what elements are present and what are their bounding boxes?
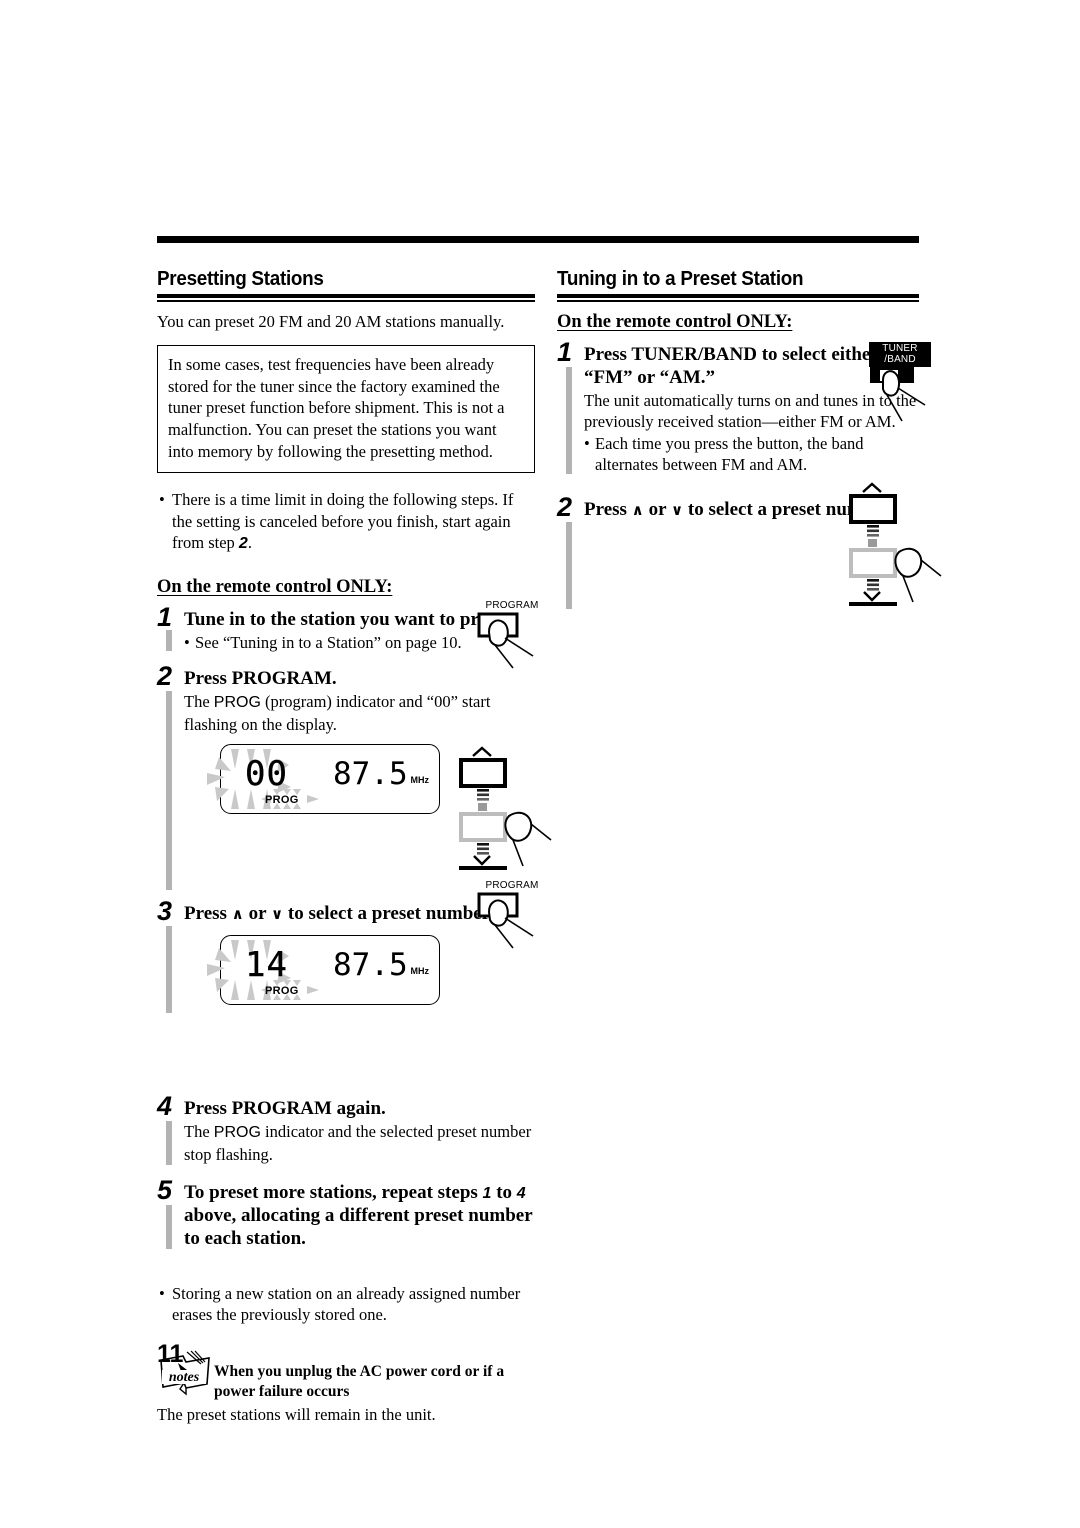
- step-number: 1: [157, 602, 173, 633]
- heading-rule-thick: [157, 293, 535, 298]
- closing-bullet-list: Storing a new station on an already assi…: [157, 1283, 535, 1327]
- time-limit-text-a: There is a time limit in doing the follo…: [172, 489, 514, 553]
- lcd-frequency-unit: MHz: [410, 775, 430, 786]
- chevron-down-icon: ∨: [270, 905, 284, 924]
- notes-block: notes When you unplug the AC power cord …: [157, 1350, 535, 1425]
- step-title-b: above, allocating a different preset num…: [184, 1205, 533, 1250]
- step-number: 1: [557, 336, 573, 367]
- heading-rule-thin: [157, 300, 535, 302]
- time-limit-bullet: There is a time limit in doing the follo…: [157, 489, 535, 555]
- step-title-a: To preset more stations, repeat steps: [184, 1182, 483, 1204]
- top-rule-divider: [157, 236, 919, 243]
- chevron-down-icon: ∨: [670, 500, 684, 519]
- lcd-frequency: 87.5: [333, 756, 408, 793]
- lcd-preset-number: 14: [245, 944, 288, 985]
- tuner-band-button-label-line2: /BAND: [869, 354, 931, 367]
- step-title-mid: or: [243, 903, 271, 925]
- closing-bullet: Storing a new station on an already assi…: [157, 1283, 535, 1327]
- step-title-mid: to: [491, 1182, 517, 1204]
- manual-page: Presetting Stations You can preset 20 FM…: [0, 0, 1080, 1528]
- step-title: To preset more stations, repeat steps 1 …: [184, 1181, 535, 1251]
- page-title-presetting-stations: Presetting Stations: [157, 267, 324, 290]
- finger-press-icon: [477, 612, 534, 668]
- step-ref-4: 4: [516, 1185, 526, 1203]
- lcd-prog-indicator: PROG: [265, 984, 299, 997]
- framed-note-box: In some cases, test frequencies have bee…: [157, 344, 535, 473]
- step-1-right: 1 Press TUNER/BAND to select either “FM”…: [557, 338, 919, 476]
- step-bar: [166, 1205, 172, 1249]
- lcd-display-preset-00: 00 87.5 MHz PROG: [207, 744, 440, 815]
- heading-rule-thin: [557, 300, 919, 302]
- program-button-press-graphic-step4: PROGRAM: [475, 880, 549, 955]
- step-bar: [166, 630, 172, 652]
- finger-press-icon: [870, 367, 926, 422]
- step-title-mid: or: [643, 498, 671, 520]
- step-desc: The PROG (program) indicator and “00” st…: [184, 691, 535, 735]
- step-title-b: to select a preset number.: [283, 903, 494, 925]
- step-number: 4: [157, 1090, 173, 1121]
- preset-updown-icon: [459, 746, 552, 894]
- step-4-left: 4 Press PROGRAM again. The PROG indicato…: [157, 1092, 535, 1166]
- program-button-press-graphic-step2: PROGRAM: [475, 600, 549, 675]
- lcd-frequency-unit: MHz: [410, 965, 430, 976]
- step-number: 3: [157, 896, 173, 927]
- tuner-band-button-press-graphic: TUNER /BAND: [869, 342, 931, 428]
- step-5-left: 5 To preset more stations, repeat steps …: [157, 1177, 535, 1251]
- step-bar: [166, 926, 172, 1013]
- prog-indicator-word: PROG: [213, 694, 261, 712]
- step-desc-a: The: [184, 1121, 214, 1141]
- left-column: Presetting Stations You can preset 20 FM…: [157, 267, 552, 1425]
- step-number: 2: [157, 661, 173, 692]
- prog-indicator-word: PROG: [213, 1123, 261, 1141]
- right-column: Tuning in to a Preset Station On the rem…: [557, 267, 942, 630]
- preset-updown-icon: [849, 482, 942, 630]
- notes-title: When you unplug the AC power cord or if …: [214, 1363, 505, 1400]
- updown-buttons-press-graphic-right: [835, 482, 945, 630]
- finger-press-icon: [477, 892, 534, 948]
- step-desc: The PROG indicator and the selected pres…: [184, 1121, 535, 1165]
- step-number: 5: [157, 1175, 173, 1206]
- program-button-label: PROGRAM: [485, 880, 539, 891]
- step-bar: [566, 521, 572, 609]
- step-desc-a: The: [184, 692, 214, 712]
- step-bar: [166, 691, 172, 891]
- heading-rule-thick: [557, 293, 919, 298]
- chevron-up-icon: ∧: [231, 905, 244, 924]
- time-limit-step-ref: 2: [238, 535, 248, 553]
- program-button-label: PROGRAM: [485, 600, 539, 611]
- lcd-prog-indicator: PROG: [265, 794, 299, 807]
- notes-body: The preset stations will remain in the u…: [157, 1404, 436, 1424]
- page-number: 11: [157, 1340, 184, 1368]
- time-limit-bullet-list: There is a time limit in doing the follo…: [157, 489, 535, 555]
- remote-only-label-right: On the remote control ONLY:: [557, 311, 793, 332]
- step-bar: [166, 1120, 172, 1166]
- remote-only-label-left: On the remote control ONLY:: [157, 577, 393, 598]
- step-title-a: Press: [584, 498, 632, 520]
- chevron-up-icon: ∧: [631, 500, 644, 519]
- step-number: 2: [557, 491, 573, 522]
- lcd-frequency: 87.5: [333, 946, 408, 983]
- intro-text: You can preset 20 FM and 20 AM stations …: [157, 311, 505, 331]
- lcd-display-preset-14: 14 87.5 MHz PROG: [207, 934, 440, 1005]
- lcd-preset-number: 00: [245, 754, 288, 795]
- updown-buttons-press-graphic-left: [445, 746, 555, 894]
- tuner-band-button-label-line1: TUNER: [869, 342, 931, 355]
- step-title: Press PROGRAM again.: [184, 1097, 386, 1119]
- step-title-a: Press: [184, 903, 232, 925]
- step-bar: [566, 366, 572, 474]
- notes-icon-label: notes: [169, 1370, 200, 1385]
- step-sub-bullet: Each time you press the button, the band…: [584, 433, 919, 476]
- page-title-tuning-preset-station: Tuning in to a Preset Station: [557, 267, 804, 290]
- time-limit-text-b: .: [247, 533, 252, 553]
